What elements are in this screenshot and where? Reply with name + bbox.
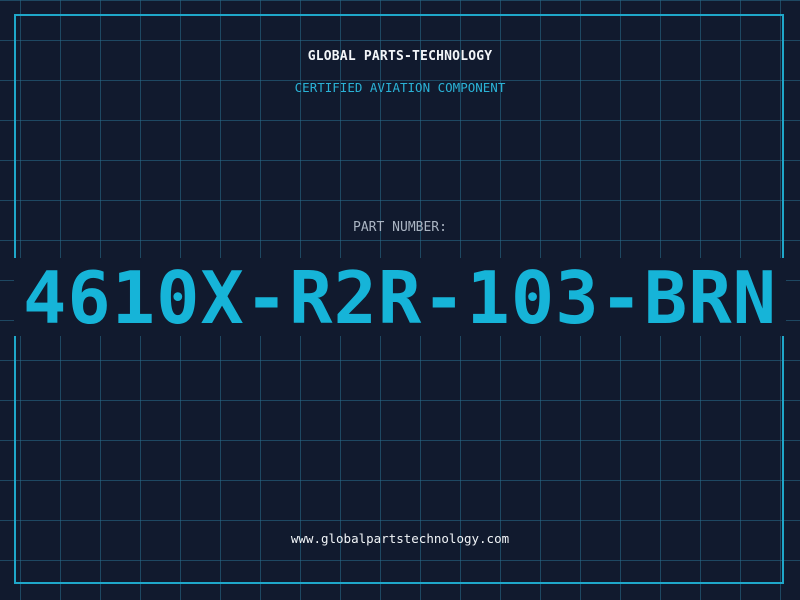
- part-number-value: 4610X-R2R-103-BRN: [23, 256, 777, 340]
- part-number-label: PART NUMBER:: [353, 220, 447, 235]
- website-url: www.globalpartstechnology.com: [290, 531, 510, 546]
- part-label-card: GLOBAL PARTS-TECHNOLOGY CERTIFIED AVIATI…: [0, 0, 800, 600]
- certification-tagline: CERTIFIED AVIATION COMPONENT: [294, 80, 506, 95]
- brand-name: GLOBAL PARTS-TECHNOLOGY: [307, 49, 493, 64]
